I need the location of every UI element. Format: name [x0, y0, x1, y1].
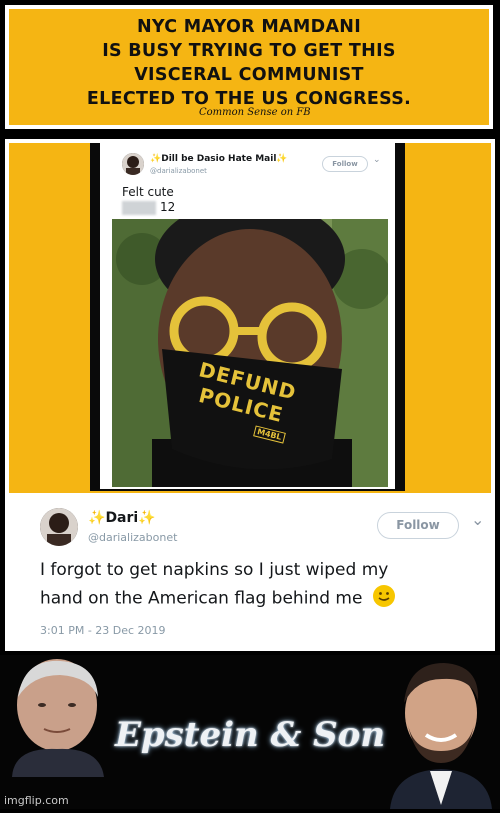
watermark: imgflip.com: [4, 794, 69, 807]
headline-line-2: IS BUSY TRYING TO GET THIS: [102, 41, 396, 61]
headline-line-1: NYC MAYOR MAMDANI: [136, 17, 362, 37]
chevron-down-icon[interactable]: ⌄: [471, 510, 484, 529]
timestamp: 3:01 PM - 23 Dec 2019: [40, 624, 166, 637]
bottom-caption-area: Epstein & Son imgflip.com: [0, 655, 500, 809]
tweet-card-bottom: ✨Dari✨ @darializabonet Follow ⌄ I forgot…: [9, 498, 491, 648]
follow-button[interactable]: Follow: [322, 156, 368, 172]
display-name: Dari: [105, 510, 139, 526]
credit-signature: Common Sense on FB: [199, 107, 311, 118]
handle: @darializabonet: [150, 167, 207, 175]
tweet-panel: ✨Dill be Dasio Hate Mail✨ @darializabone…: [5, 139, 495, 651]
follow-button[interactable]: Follow: [377, 512, 459, 539]
tweet-photo: DEFUND POLICE M4BL: [112, 219, 388, 487]
tweet-card-top: ✨Dill be Dasio Hate Mail✨ @darializabone…: [100, 143, 395, 489]
display-name-row: ✨Dari✨: [88, 510, 156, 526]
headline-banner-background: NYC MAYOR MAMDANI IS BUSY TRYING TO GET …: [9, 9, 489, 125]
avatar: [122, 153, 144, 175]
handle: @darializabonet: [88, 531, 178, 544]
tweet-text-line-2-row: hand on the American flag behind me: [40, 584, 396, 613]
chevron-down-icon[interactable]: ⌄: [373, 155, 381, 165]
headline-banner: NYC MAYOR MAMDANI IS BUSY TRYING TO GET …: [5, 5, 493, 129]
sparkle-icon: ✨: [88, 510, 106, 526]
tweet-text-line-1: Felt cute: [122, 185, 174, 199]
headline-text: NYC MAYOR MAMDANI IS BUSY TRYING TO GET …: [9, 15, 489, 111]
sparkle-icon: ✨: [276, 154, 288, 164]
smiley-emoji-icon: [372, 584, 396, 613]
caption-text: Epstein & Son: [114, 715, 386, 755]
sparkle-icon: ✨: [138, 510, 156, 526]
headline-line-3: VISCERAL COMMUNIST: [134, 65, 364, 85]
sparkle-icon: ✨: [150, 154, 162, 164]
tweet-text-line-1: I forgot to get napkins so I just wiped …: [40, 560, 389, 580]
tweet-screenshot-top: ✨Dill be Dasio Hate Mail✨ @darializabone…: [90, 143, 405, 491]
avatar: [40, 508, 78, 546]
redacted-block: [122, 201, 156, 215]
tweet-text-line-2: hand on the American flag behind me: [40, 588, 363, 609]
tweet-text-line-2: 12: [160, 200, 176, 214]
display-name: Dill be Dasio Hate Mail: [161, 154, 277, 164]
display-name-row: ✨Dill be Dasio Hate Mail✨: [150, 154, 288, 164]
